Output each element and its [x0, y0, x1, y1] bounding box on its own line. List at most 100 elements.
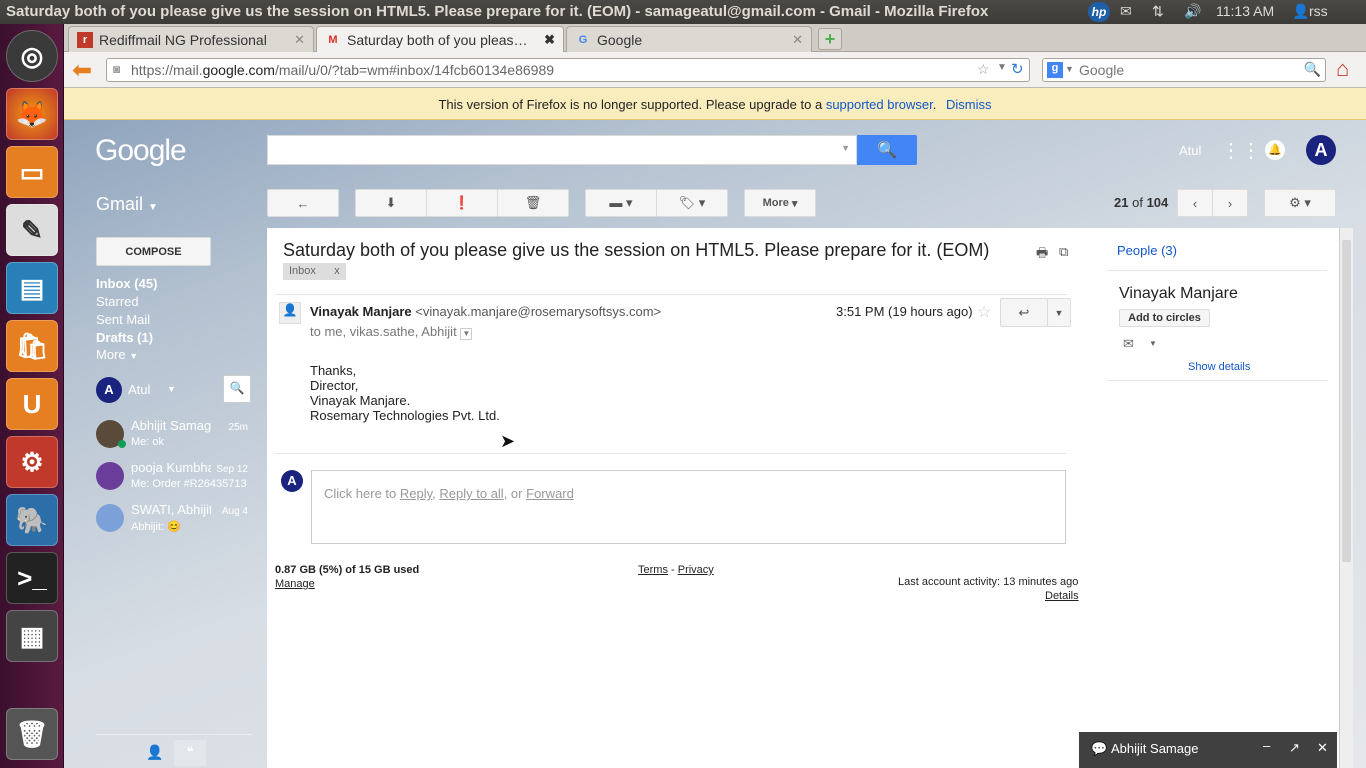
search-options-icon[interactable]: ▼: [841, 143, 850, 153]
dropdown-icon[interactable]: ▼: [997, 62, 1007, 73]
account-avatar[interactable]: A: [1306, 135, 1336, 165]
nav-inbox[interactable]: Inbox (45): [96, 276, 157, 291]
reply-button[interactable]: ↩: [1000, 298, 1048, 327]
new-window-icon[interactable]: ⧉: [1059, 244, 1068, 260]
user-name[interactable]: rss: [1309, 3, 1328, 19]
supported-browser-link[interactable]: supported browser: [826, 97, 933, 112]
chat-user-name[interactable]: Atul: [128, 382, 150, 397]
compose-button[interactable]: COMPOSE: [96, 237, 211, 266]
hp-icon[interactable]: hp: [1088, 2, 1110, 22]
tab-gmail[interactable]: M Saturday both of you pleas… ✖: [316, 26, 564, 53]
account-name[interactable]: Atul: [1179, 143, 1201, 158]
delete-button[interactable]: 🗑: [497, 189, 569, 217]
writer-icon[interactable]: ▤: [6, 262, 58, 314]
reload-icon[interactable]: ↻: [1011, 60, 1024, 78]
user-icon[interactable]: 👤: [1292, 3, 1309, 20]
back-arrow-icon[interactable]: ⬅: [72, 56, 100, 84]
nav-drafts[interactable]: Drafts (1): [96, 330, 153, 345]
tab-rediffmail[interactable]: r Rediffmail NG Professional ✕: [68, 26, 314, 52]
newer-button[interactable]: ‹: [1177, 189, 1213, 217]
forward-link[interactable]: Forward: [526, 486, 574, 501]
mail-icon[interactable]: ✉: [1120, 3, 1132, 20]
reply-box[interactable]: Click here to Reply, Reply to all, or Fo…: [311, 470, 1066, 544]
tab-google[interactable]: G Google ✕: [566, 26, 812, 52]
status-dropdown-icon[interactable]: ▼: [167, 384, 176, 394]
people-header[interactable]: People (3): [1117, 243, 1177, 258]
hangouts-icon[interactable]: ❝: [174, 740, 206, 766]
search-bar[interactable]: g ▼ Google 🔍: [1042, 58, 1326, 82]
reply-link[interactable]: Reply: [400, 486, 432, 501]
engine-dropdown-icon[interactable]: ▼: [1065, 64, 1074, 74]
show-details-icon[interactable]: ▼: [460, 328, 473, 340]
clock[interactable]: 11:13 AM: [1216, 3, 1274, 19]
apps-grid-icon[interactable]: ⋮⋮: [1221, 138, 1261, 163]
move-to-button[interactable]: ▬ ▾: [585, 189, 657, 217]
nav-starred[interactable]: Starred: [96, 294, 139, 309]
ubuntu-one-icon[interactable]: U: [6, 378, 58, 430]
dash-icon[interactable]: ◎: [6, 30, 58, 82]
settings-button[interactable]: ⚙ ▾: [1264, 189, 1336, 217]
manage-link[interactable]: Manage: [275, 578, 315, 590]
google-logo[interactable]: Google: [95, 134, 187, 168]
popout-icon[interactable]: ↗: [1289, 740, 1300, 756]
chat-item[interactable]: SWATI, Abhijit Aug 4 Abhijit: 😊: [96, 500, 252, 540]
report-spam-button[interactable]: ❗: [426, 189, 498, 217]
network-icon[interactable]: ⇅: [1152, 3, 1164, 20]
more-actions-button[interactable]: ▼: [1047, 298, 1071, 327]
dismiss-link[interactable]: Dismiss: [946, 97, 992, 112]
trash-icon[interactable]: 🗑: [6, 708, 58, 760]
contacts-icon[interactable]: 👤: [146, 744, 163, 761]
identity-icon[interactable]: ◙: [113, 62, 120, 76]
nav-sent[interactable]: Sent Mail: [96, 312, 150, 327]
firefox-icon[interactable]: 🦊: [6, 88, 58, 140]
labels-button[interactable]: 🏷 ▾: [656, 189, 728, 217]
back-to-inbox-button[interactable]: ←: [267, 189, 339, 217]
chat-search-button[interactable]: 🔍: [223, 375, 251, 403]
notifications-bell-icon[interactable]: 🔔: [1265, 140, 1285, 160]
star-icon[interactable]: ☆: [977, 302, 991, 322]
gmail-menu[interactable]: Gmail ▼: [96, 194, 158, 215]
google-search-icon[interactable]: g: [1047, 62, 1063, 78]
volume-icon[interactable]: 🔊: [1184, 3, 1201, 20]
sender-name[interactable]: Vinayak Manjare: [310, 304, 412, 319]
remove-label-icon[interactable]: x: [334, 265, 340, 277]
inbox-label-chip[interactable]: Inbox x: [283, 263, 346, 280]
bookmark-star-icon[interactable]: ☆: [977, 61, 990, 78]
more-button[interactable]: More ▾: [744, 189, 816, 217]
terminal-icon[interactable]: >_: [6, 552, 58, 604]
close-icon[interactable]: ✕: [1317, 740, 1328, 756]
new-tab-button[interactable]: +: [818, 28, 842, 50]
text-editor-icon[interactable]: ✎: [6, 204, 58, 256]
details-link[interactable]: Details: [1045, 590, 1079, 602]
show-details-link[interactable]: Show details: [1188, 361, 1250, 373]
email-envelope-icon[interactable]: ✉: [1123, 336, 1134, 352]
pgadmin-icon[interactable]: 🐘: [6, 494, 58, 546]
close-tab-icon[interactable]: ✖: [544, 32, 555, 48]
gmail-search-input[interactable]: ▼: [267, 135, 857, 165]
settings-icon[interactable]: ⚙: [6, 436, 58, 488]
workspace-icon[interactable]: ▦: [6, 610, 58, 662]
scrollbar[interactable]: [1339, 228, 1353, 768]
chat-item[interactable]: Abhijit Samage 25m Me: ok: [96, 416, 252, 456]
add-to-circles-button[interactable]: Add to circles: [1119, 309, 1210, 327]
older-button[interactable]: ›: [1212, 189, 1248, 217]
privacy-link[interactable]: Privacy: [678, 564, 714, 576]
nav-more[interactable]: More ▼: [96, 347, 138, 362]
archive-button[interactable]: ⬇: [355, 189, 427, 217]
close-tab-icon[interactable]: ✕: [792, 32, 803, 48]
reply-all-link[interactable]: Reply to all: [439, 486, 503, 501]
chat-avatar[interactable]: A: [96, 377, 122, 403]
software-center-icon[interactable]: 🛍: [6, 320, 58, 372]
home-icon[interactable]: ⌂: [1336, 56, 1349, 82]
close-tab-icon[interactable]: ✕: [294, 32, 305, 48]
url-bar[interactable]: ◙ https://mail.google.com/mail/u/0/?tab=…: [106, 58, 1030, 82]
chat-item[interactable]: pooja Kumbhar Sep 12 Me: Order #R2643571…: [96, 458, 252, 498]
chat-popup[interactable]: 💬 Abhijit Samage – ↗ ✕: [1079, 732, 1337, 768]
chevron-down-icon[interactable]: ▼: [1149, 339, 1157, 348]
scrollbar-thumb[interactable]: [1342, 240, 1351, 562]
terms-link[interactable]: Terms: [638, 564, 668, 576]
minimize-icon[interactable]: –: [1263, 738, 1270, 753]
files-icon[interactable]: ▭: [6, 146, 58, 198]
gmail-search-button[interactable]: 🔍: [857, 135, 917, 165]
search-icon[interactable]: 🔍: [1304, 61, 1321, 78]
